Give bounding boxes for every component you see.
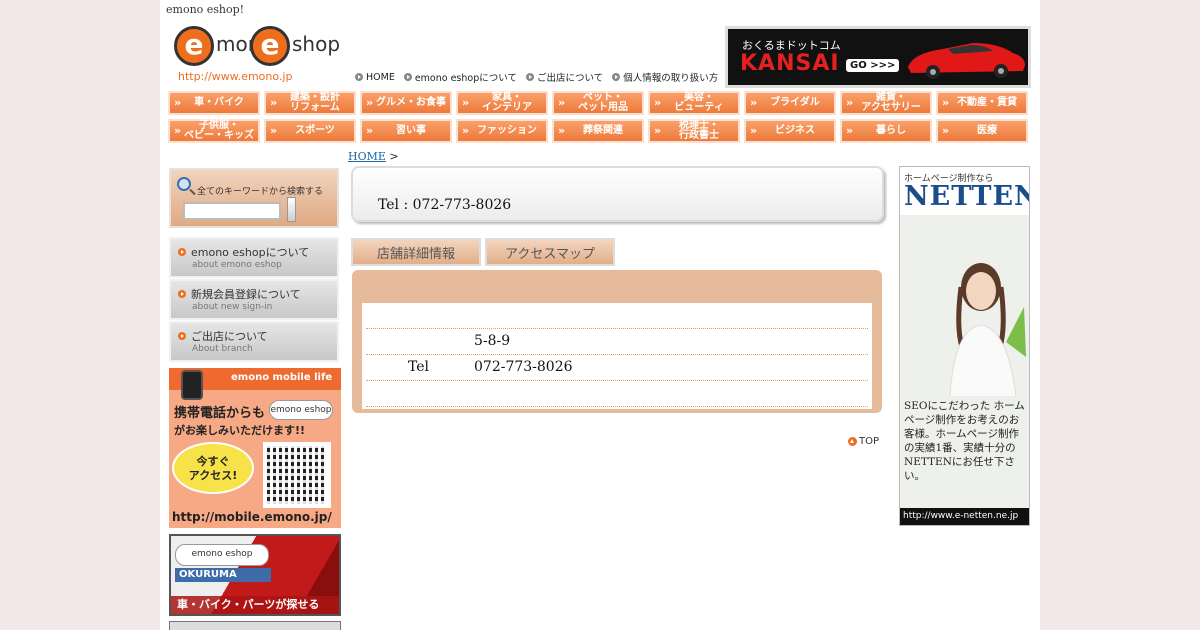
mobile-site-banner[interactable]: emono mobile life 携帯電話からも emono eshop がお… bbox=[169, 368, 341, 528]
woman-photo bbox=[949, 263, 1026, 397]
row-key: Tel bbox=[408, 359, 430, 375]
top-nav: HOME emono eshopについて ご出店について 個人情報の取り扱い方 bbox=[355, 70, 718, 84]
sidebar-item-signin[interactable]: 新規会員登録について about new sign-in bbox=[169, 279, 339, 320]
shop-tel-line: Tel : 072-773-8026 bbox=[378, 197, 512, 213]
netten-ad-body: SEOにこだわった ホームページ制作をお考えのお客様。ホームページ制作の実績1番… bbox=[904, 400, 1025, 482]
sports-car-image bbox=[908, 43, 1025, 79]
sidebar-banner-partial[interactable] bbox=[169, 621, 341, 630]
logo-e-icon: e bbox=[174, 26, 214, 66]
category-goods[interactable]: 雑貨・ アクセサリー bbox=[840, 91, 932, 115]
keyword-search-box: 全てのキーワードから検索する bbox=[169, 168, 339, 228]
mobile-banner-title: emono mobile life bbox=[231, 372, 333, 383]
arrow-icon bbox=[178, 248, 186, 256]
mobile-banner-line2: がお楽しみいただけます!! bbox=[174, 424, 306, 437]
category-fashion[interactable]: ファッション bbox=[456, 119, 548, 143]
netten-ad-url: http://www.e-netten.ne.jp bbox=[900, 508, 1029, 525]
search-button[interactable] bbox=[287, 197, 296, 222]
arrow-icon bbox=[178, 332, 186, 340]
okuruma-banner[interactable]: emono eshop OKURUMA 車・バイク・パーツが探せる bbox=[169, 534, 341, 616]
site-logo[interactable]: e mono e shop http://www.emono.jp bbox=[174, 26, 340, 84]
sidebar-item-subtitle: About branch bbox=[192, 344, 253, 354]
sidebar-item-title: emono eshopについて bbox=[191, 246, 310, 259]
mobile-banner-url: http://mobile.emono.jp/ bbox=[172, 510, 332, 524]
category-gourmet[interactable]: グルメ・お食事 bbox=[360, 91, 452, 115]
category-medical[interactable]: 医療 bbox=[936, 119, 1028, 143]
nav-privacy[interactable]: 個人情報の取り扱い方 bbox=[612, 70, 718, 84]
category-architecture[interactable]: 建築・設計 リフォーム bbox=[264, 91, 356, 115]
shop-header-box: Tel : 072-773-8026 bbox=[351, 166, 884, 222]
category-bridal[interactable]: ブライダル bbox=[744, 91, 836, 115]
okuruma-logo: emono eshop bbox=[175, 544, 269, 566]
sidebar-item-title: ご出店について bbox=[191, 330, 268, 343]
mobile-phone-icon bbox=[181, 370, 203, 400]
category-furniture[interactable]: 家具・ インテリア bbox=[456, 91, 548, 115]
mobile-banner-line1: 携帯電話からも bbox=[174, 406, 266, 421]
nav-home[interactable]: HOME bbox=[355, 70, 395, 84]
sidebar-item-title: 新規会員登録について bbox=[191, 288, 301, 301]
breadcrumb-separator: > bbox=[389, 150, 399, 163]
arrow-icon bbox=[525, 73, 534, 81]
back-to-top-label: TOP bbox=[859, 436, 880, 447]
kansai-banner-title: KANSAI bbox=[740, 51, 840, 76]
arrow-icon bbox=[403, 73, 412, 81]
nav-branch[interactable]: ご出店について bbox=[525, 70, 603, 84]
table-row: Tel 072-773-8026 bbox=[366, 355, 868, 381]
table-row: 5-8-9 bbox=[366, 329, 868, 355]
netten-ad-title: NETTEN bbox=[904, 181, 1030, 212]
category-sports[interactable]: スポーツ bbox=[264, 119, 356, 143]
arrow-up-icon bbox=[848, 437, 857, 446]
shop-detail-panel: 5-8-9 Tel 072-773-8026 bbox=[352, 270, 882, 413]
arrow-icon bbox=[178, 290, 186, 298]
nav-about[interactable]: emono eshopについて bbox=[403, 70, 517, 84]
category-pet[interactable]: ペット・ ペット用品 bbox=[552, 91, 644, 115]
sidebar-item-subtitle: about emono eshop bbox=[192, 260, 282, 270]
category-funeral[interactable]: 葬祭関連 bbox=[552, 119, 644, 143]
category-kids[interactable]: 子供服・ ベビー・キッズ bbox=[168, 119, 260, 143]
tab-shop-details[interactable]: 店舗詳細情報 bbox=[351, 238, 481, 266]
category-business[interactable]: ビジネス bbox=[744, 119, 836, 143]
row-value: 5-8-9 bbox=[474, 333, 511, 349]
category-tax[interactable]: 税理士・ 行政書士 bbox=[648, 119, 740, 143]
sidebar-item-subtitle: about new sign-in bbox=[192, 302, 273, 312]
logo-url: http://www.emono.jp bbox=[178, 70, 293, 83]
qr-code-icon bbox=[263, 442, 331, 508]
breadcrumb-home-link[interactable]: HOME bbox=[348, 150, 386, 163]
shop-detail-table: 5-8-9 Tel 072-773-8026 bbox=[362, 303, 872, 409]
category-beauty[interactable]: 美容・ ビューティ bbox=[648, 91, 740, 115]
access-now-bubble: 今すぐ アクセス! bbox=[172, 442, 254, 494]
kansai-banner[interactable]: おくるまドットコム KANSAI GO >>> bbox=[725, 26, 1031, 88]
sidebar-item-about[interactable]: emono eshopについて about emono eshop bbox=[169, 237, 339, 278]
breadcrumb: HOME > bbox=[348, 150, 399, 163]
netten-ad-banner[interactable]: ホームページ制作なら NETTEN SEOにこだわった ホームページ制作をお考え… bbox=[899, 166, 1030, 526]
category-grid: 車・バイク 建築・設計 リフォーム グルメ・お食事 家具・ インテリア ペット・… bbox=[168, 91, 1032, 143]
table-row bbox=[366, 381, 868, 407]
sidebar-item-branch[interactable]: ご出店について About branch bbox=[169, 321, 339, 362]
magnifier-icon bbox=[177, 177, 191, 191]
table-row bbox=[366, 303, 868, 329]
category-lessons[interactable]: 習い事 bbox=[360, 119, 452, 143]
okuruma-caption: 車・バイク・パーツが探せる bbox=[171, 596, 339, 614]
search-label: 全てのキーワードから検索する bbox=[197, 187, 324, 197]
page: emono eshop! e mono e shop http://www.em… bbox=[160, 0, 1040, 630]
site-name: emono eshop! bbox=[166, 3, 245, 16]
back-to-top-link[interactable]: TOP bbox=[848, 436, 879, 447]
netten-ad-header: ホームページ制作なら NETTEN bbox=[900, 167, 1030, 215]
row-value: 072-773-8026 bbox=[474, 359, 573, 375]
category-living[interactable]: 暮らし bbox=[840, 119, 932, 143]
arrow-icon bbox=[612, 73, 621, 81]
logo-e-icon: e bbox=[250, 26, 290, 66]
okuruma-label: OKURUMA bbox=[175, 568, 271, 582]
kansai-go-button: GO >>> bbox=[846, 59, 900, 72]
logo-word-2: shop bbox=[292, 32, 341, 56]
tab-access-map[interactable]: アクセスマップ bbox=[485, 238, 615, 266]
search-input[interactable] bbox=[183, 202, 281, 220]
category-car-bike[interactable]: 車・バイク bbox=[168, 91, 260, 115]
arrow-icon bbox=[355, 73, 363, 81]
category-real-estate[interactable]: 不動産・賃貸 bbox=[936, 91, 1028, 115]
mobile-banner-logo: emono eshop bbox=[269, 400, 333, 420]
